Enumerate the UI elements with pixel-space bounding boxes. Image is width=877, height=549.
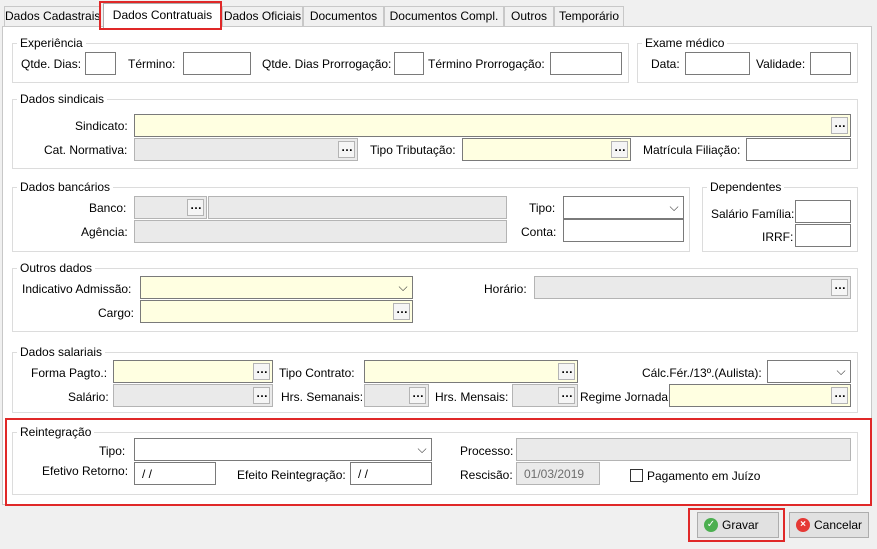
- regime-jornada-label: Regime Jornada:: [580, 390, 672, 404]
- cat-normativa-input[interactable]: …: [134, 138, 358, 161]
- group-title: Dados sindicais: [17, 92, 108, 106]
- termino-prorrog-input[interactable]: [550, 52, 622, 75]
- cat-normativa-lookup-button[interactable]: …: [338, 141, 355, 158]
- calc-fer-label: Cálc.Fér./13º.(Aulista):: [642, 366, 762, 380]
- banco-lookup-button[interactable]: …: [187, 199, 204, 216]
- cargo-input[interactable]: …: [140, 300, 413, 323]
- qtde-dias-label: Qtde. Dias:: [21, 57, 82, 71]
- cancelar-label: Cancelar: [814, 518, 863, 532]
- forma-pagto-input[interactable]: …: [113, 360, 273, 383]
- hrs-semanais-input[interactable]: …: [364, 384, 429, 407]
- termino-input[interactable]: [183, 52, 251, 75]
- irrf-label: IRRF:: [762, 230, 794, 244]
- cat-normativa-label: Cat. Normativa:: [44, 143, 128, 157]
- matricula-filiacao-input[interactable]: [746, 138, 851, 161]
- banco-name-input[interactable]: [208, 196, 507, 219]
- agencia-label: Agência:: [81, 225, 128, 239]
- group-title: Dados bancários: [17, 180, 114, 194]
- termino-label: Término:: [128, 57, 176, 71]
- qtde-prorrog-input[interactable]: [394, 52, 424, 75]
- cargo-label: Cargo:: [98, 306, 135, 320]
- calc-fer-select[interactable]: ⌵: [767, 360, 851, 383]
- group-title: Outros dados: [17, 261, 96, 275]
- hrs-mensais-label: Hrs. Mensais:: [435, 390, 509, 404]
- conta-input[interactable]: [563, 219, 684, 242]
- tab-documentos[interactable]: Documentos: [303, 6, 384, 26]
- forma-pagto-lookup-button[interactable]: …: [253, 363, 270, 380]
- cargo-lookup-button[interactable]: …: [393, 303, 410, 320]
- tipo-contrato-input[interactable]: …: [364, 360, 578, 383]
- tipo-contrato-label: Tipo Contrato:: [279, 366, 355, 380]
- conta-label: Conta:: [521, 225, 557, 239]
- salario-familia-input[interactable]: [795, 200, 851, 223]
- sindicato-input[interactable]: …: [134, 114, 851, 137]
- indicativo-admissao-select[interactable]: ⌵: [140, 276, 413, 299]
- salario-label: Salário:: [68, 390, 109, 404]
- cancel-icon: ×: [796, 518, 810, 532]
- sindicato-label: Sindicato:: [75, 119, 128, 133]
- tab-documentos-compl[interactable]: Documentos Compl.: [384, 6, 504, 26]
- salario-familia-label: Salário Família:: [711, 207, 795, 221]
- exame-data-input[interactable]: [685, 52, 750, 75]
- highlight-reintegracao-box: [5, 418, 872, 506]
- validade-input[interactable]: [810, 52, 851, 75]
- group-title: Exame médico: [642, 36, 728, 50]
- tipo-tributacao-label: Tipo Tributação:: [370, 143, 456, 157]
- termino-prorrog-label: Término Prorrogação:: [428, 57, 545, 71]
- indicativo-admissao-label: Indicativo Admissão:: [22, 282, 132, 296]
- group-title: Experiência: [17, 36, 86, 50]
- banco-label: Banco:: [89, 201, 127, 215]
- matricula-filiacao-label: Matrícula Filiação:: [643, 143, 741, 157]
- cancelar-button[interactable]: × Cancelar: [789, 512, 869, 538]
- validade-label: Validade:: [756, 57, 806, 71]
- group-title: Dependentes: [707, 180, 785, 194]
- tipo-conta-select[interactable]: ⌵: [563, 196, 684, 219]
- horario-input[interactable]: …: [534, 276, 851, 299]
- tab-temporario[interactable]: Temporário: [554, 6, 624, 26]
- qtde-prorrog-label: Qtde. Dias Prorrogação:: [262, 57, 392, 71]
- horario-lookup-button[interactable]: …: [831, 279, 848, 296]
- salario-input[interactable]: …: [113, 384, 273, 407]
- chevron-down-icon: ⌵: [836, 364, 846, 378]
- hrs-semanais-label: Hrs. Semanais:: [281, 390, 364, 404]
- tipo-conta-label: Tipo:: [529, 201, 556, 215]
- tab-dados-oficiais[interactable]: Dados Oficiais: [222, 6, 303, 26]
- regime-jornada-input[interactable]: …: [669, 384, 851, 407]
- qtde-dias-input[interactable]: [85, 52, 116, 75]
- forma-pagto-label: Forma Pagto.:: [31, 366, 108, 380]
- banco-code-input[interactable]: …: [134, 196, 207, 219]
- irrf-input[interactable]: [795, 224, 851, 247]
- tipo-contrato-lookup-button[interactable]: …: [558, 363, 575, 380]
- sindicato-lookup-button[interactable]: …: [831, 117, 848, 134]
- hrs-mensais-lookup-button[interactable]: …: [558, 387, 575, 404]
- tab-dados-cadastrais[interactable]: Dados Cadastrais: [4, 6, 100, 26]
- chevron-down-icon: ⌵: [398, 280, 408, 294]
- regime-jornada-lookup-button[interactable]: …: [831, 387, 848, 404]
- exame-data-label: Data:: [651, 57, 680, 71]
- tipo-tributacao-lookup-button[interactable]: …: [611, 141, 628, 158]
- hrs-mensais-input[interactable]: …: [512, 384, 578, 407]
- group-title: Dados salariais: [17, 345, 106, 359]
- salario-lookup-button[interactable]: …: [253, 387, 270, 404]
- tab-outros[interactable]: Outros: [504, 6, 554, 26]
- horario-label: Horário:: [484, 282, 527, 296]
- hrs-semanais-lookup-button[interactable]: …: [409, 387, 426, 404]
- tipo-tributacao-input[interactable]: …: [462, 138, 631, 161]
- highlight-tab-box: [99, 1, 222, 30]
- contract-form-window: Dados Cadastrais Dados Contratuais Dados…: [0, 0, 877, 549]
- highlight-gravar-box: [688, 508, 785, 542]
- agencia-input[interactable]: [134, 220, 507, 243]
- chevron-down-icon: ⌵: [669, 200, 679, 214]
